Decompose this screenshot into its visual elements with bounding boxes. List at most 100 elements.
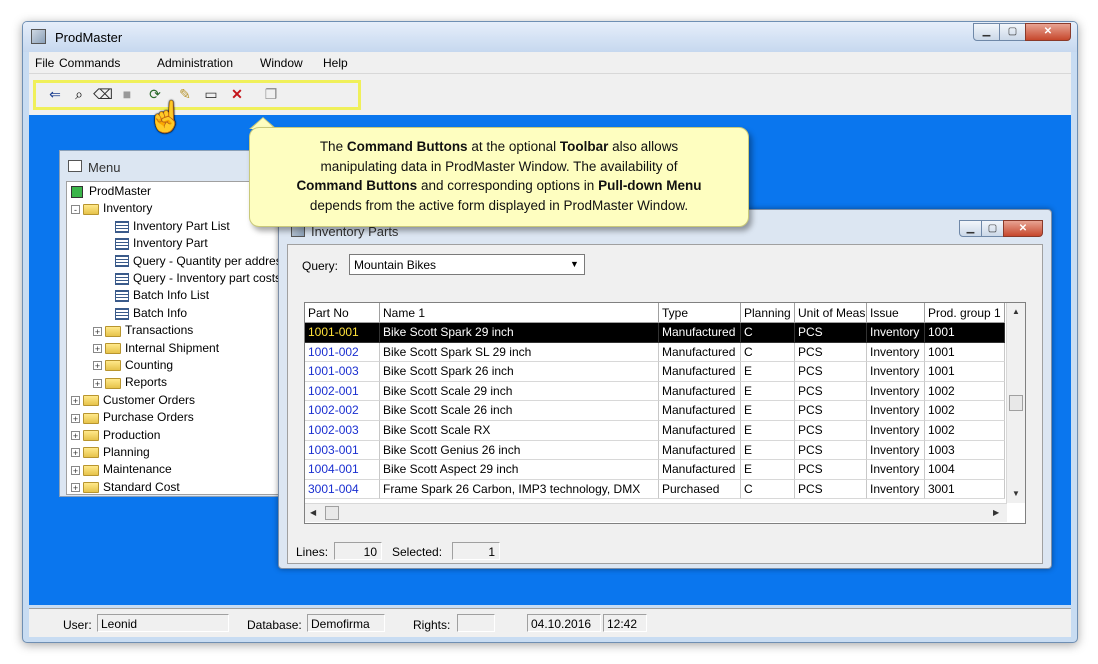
expand-icon[interactable]: +: [71, 483, 80, 493]
part-no-cell[interactable]: 1001-003: [305, 362, 380, 382]
column-header[interactable]: Prod. group 1: [925, 303, 1005, 323]
tree-item[interactable]: ProdMaster: [71, 183, 151, 200]
tree-item[interactable]: Query - Inventory part costs: [93, 270, 281, 287]
menu-help[interactable]: Help: [323, 56, 348, 70]
part-no-cell[interactable]: 1002-003: [305, 421, 380, 441]
tree-item[interactable]: + Reports: [93, 374, 167, 391]
user-label: User:: [63, 618, 92, 632]
scroll-up-icon[interactable]: ▲: [1012, 307, 1020, 316]
expand-icon[interactable]: +: [71, 448, 80, 458]
tree-item[interactable]: Inventory Part List: [93, 218, 230, 235]
chevron-down-icon[interactable]: ▼: [567, 257, 582, 272]
user-field: Leonid: [97, 614, 229, 632]
inventory-minimize-button[interactable]: ▁: [959, 220, 982, 237]
tree-item[interactable]: + Maintenance: [71, 461, 172, 478]
title-bar[interactable]: ProdMaster ▁ ▢ ✕: [23, 22, 1077, 52]
vertical-scroll-thumb[interactable]: [1009, 395, 1023, 411]
folder-icon: [83, 447, 99, 459]
table-cell: Inventory: [867, 381, 925, 402]
tree-item[interactable]: - Inventory: [71, 200, 152, 217]
folder-icon: [105, 342, 121, 354]
column-header[interactable]: Type: [659, 303, 741, 323]
column-header[interactable]: Unit of Meas: [795, 303, 867, 323]
minimize-button[interactable]: ▁: [973, 23, 1000, 41]
collapse-icon[interactable]: -: [71, 204, 80, 214]
table-row[interactable]: 1001-003 Bike Scott Spark 26 inch Manufact…: [305, 362, 1005, 382]
table-cell: Inventory: [867, 323, 925, 343]
table-cell: Manufactured: [659, 342, 741, 363]
close-button[interactable]: ✕: [1025, 23, 1071, 41]
table-row[interactable]: 1002-002 Bike Scott Scale 26 inch Manufact…: [305, 401, 1005, 421]
stop-icon[interactable]: ■: [117, 83, 137, 105]
copy-icon[interactable]: ❐: [261, 83, 281, 105]
column-header[interactable]: Part No: [305, 303, 380, 323]
tree-item-label: Maintenance: [103, 462, 172, 477]
part-no-cell[interactable]: 1004-001: [305, 460, 380, 480]
scroll-left-icon[interactable]: ◀: [310, 508, 316, 517]
vertical-scrollbar[interactable]: ▲ ▼: [1006, 303, 1025, 503]
menu-file[interactable]: File: [35, 56, 54, 70]
tree-item[interactable]: Query - Quantity per addres: [93, 253, 282, 270]
find-icon[interactable]: ⌕: [69, 83, 89, 105]
folder-icon: [83, 429, 99, 441]
expand-icon[interactable]: +: [71, 396, 80, 406]
query-select[interactable]: Mountain Bikes ▼: [349, 254, 585, 275]
horizontal-scrollbar[interactable]: ◀ ▶: [305, 503, 1007, 522]
tree-item[interactable]: + Standard Cost: [71, 479, 180, 494]
table-row[interactable]: 1002-003 Bike Scott Scale RX Manufactured E…: [305, 421, 1005, 441]
inventory-close-button[interactable]: ✕: [1003, 220, 1043, 237]
part-no-cell[interactable]: 1002-001: [305, 381, 380, 402]
part-no-cell[interactable]: 1003-001: [305, 440, 380, 461]
tree-item[interactable]: + Counting: [93, 357, 173, 374]
tree-item[interactable]: + Internal Shipment: [93, 340, 219, 357]
table-row[interactable]: 1002-001 Bike Scott Scale 29 inch Manufact…: [305, 381, 1005, 402]
menu-window[interactable]: Window: [260, 56, 303, 70]
menu-administration[interactable]: Administration: [157, 56, 233, 70]
menu-bar: File Commands Administration Window Help: [29, 52, 1071, 73]
expand-icon[interactable]: +: [71, 465, 80, 475]
table-row[interactable]: 1001-001 Bike Scott Spark 29 inch Manufact…: [305, 323, 1005, 343]
table-cell: Bike Scott Spark SL 29 inch: [380, 342, 659, 363]
table-row[interactable]: 1001-002 Bike Scott Spark SL 29 inch Manuf…: [305, 342, 1005, 363]
window-icon[interactable]: ▭: [201, 83, 221, 105]
tree-item[interactable]: + Purchase Orders: [71, 409, 194, 426]
table-row[interactable]: 1003-001 Bike Scott Genius 26 inch Manufac…: [305, 440, 1005, 461]
tree-item[interactable]: + Planning: [71, 444, 150, 461]
expand-icon[interactable]: +: [93, 378, 102, 388]
table-row[interactable]: 1004-001 Bike Scott Aspect 29 inch Manufac…: [305, 460, 1005, 480]
expand-icon[interactable]: +: [71, 430, 80, 440]
tree-item[interactable]: + Customer Orders: [71, 392, 195, 409]
table-cell: Inventory: [867, 460, 925, 480]
expand-icon[interactable]: +: [93, 326, 102, 336]
delete-icon[interactable]: ✕: [227, 83, 247, 105]
expand-icon[interactable]: +: [93, 361, 102, 371]
scroll-right-icon[interactable]: ▶: [993, 508, 999, 517]
folder-icon: [83, 395, 99, 407]
horizontal-scroll-thumb[interactable]: [325, 506, 339, 520]
tree-item[interactable]: Inventory Part: [93, 235, 208, 252]
part-no-cell[interactable]: 1001-002: [305, 342, 380, 363]
column-header[interactable]: Name 1: [380, 303, 659, 323]
scroll-down-icon[interactable]: ▼: [1012, 489, 1020, 498]
eraser-icon[interactable]: ⌫: [93, 83, 113, 105]
form-icon: [115, 307, 129, 320]
expand-icon[interactable]: +: [71, 413, 80, 423]
tree-item[interactable]: + Production: [71, 427, 160, 444]
tree-item[interactable]: Batch Info List: [93, 287, 209, 304]
tree-item-label: Query - Quantity per addres: [133, 253, 282, 268]
table-cell: Manufactured: [659, 323, 741, 343]
inventory-maximize-button[interactable]: ▢: [981, 220, 1004, 237]
part-no-cell[interactable]: 3001-004: [305, 479, 380, 500]
maximize-button[interactable]: ▢: [999, 23, 1026, 41]
table-row[interactable]: 3001-004 Frame Spark 26 Carbon, IMP3 tech…: [305, 479, 1005, 500]
import-icon[interactable]: ⇐: [45, 83, 65, 105]
tree-item[interactable]: + Transactions: [93, 322, 193, 339]
tree-item[interactable]: Batch Info: [93, 305, 187, 322]
expand-icon[interactable]: +: [93, 343, 102, 353]
part-no-cell[interactable]: 1001-001: [305, 323, 380, 343]
part-no-cell[interactable]: 1002-002: [305, 401, 380, 421]
column-header[interactable]: Issue: [867, 303, 925, 323]
menu-commands[interactable]: Commands: [59, 56, 120, 70]
column-header[interactable]: Planning: [741, 303, 795, 323]
table-cell: Purchased: [659, 479, 741, 500]
